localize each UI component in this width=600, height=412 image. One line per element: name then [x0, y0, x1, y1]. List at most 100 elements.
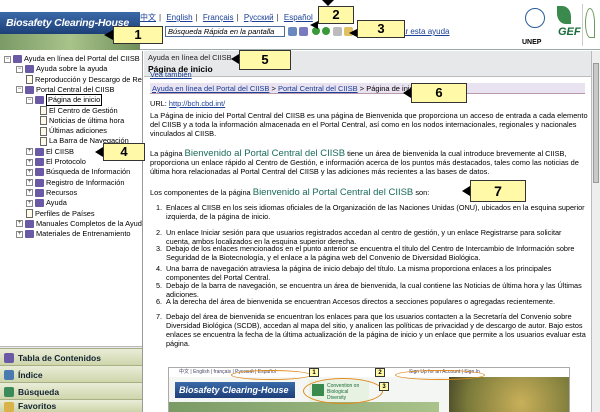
tree-item[interactable]: + Búsqueda de Información: [26, 167, 130, 177]
forward-icon[interactable]: [322, 27, 330, 35]
book-icon: [35, 158, 44, 166]
help-toolbar: Búsqueda Rápida en la pantalla: [140, 24, 355, 38]
language-link[interactable]: 中文: [140, 13, 156, 22]
tree-item-label: Materiales de Entrenamiento: [36, 229, 131, 239]
list-item: 4. Una barra de navegación atraviesa la p…: [156, 264, 552, 282]
window-icon[interactable]: [333, 26, 342, 36]
list-item: 1. Enlaces al CIISB en los seis idiomas o…: [156, 203, 585, 221]
tree-item-label: Perfiles de Países: [35, 208, 95, 218]
tree-item[interactable]: + Registro de Información: [26, 178, 124, 188]
preview-photo: [449, 377, 569, 412]
tree-item[interactable]: + El CIISB: [26, 147, 74, 157]
tree-item[interactable]: El Centro de Gestión: [40, 106, 118, 116]
expand-icon[interactable]: +: [26, 199, 33, 207]
see-also-link[interactable]: Vea también: [150, 70, 192, 79]
book-icon: [25, 85, 34, 94]
tree-item[interactable]: + El Protocolo: [26, 157, 86, 167]
expand-icon[interactable]: +: [16, 230, 23, 238]
tab-label: Búsqueda: [18, 387, 60, 397]
home-page-icon[interactable]: [344, 26, 353, 36]
tree-item[interactable]: − Ayuda sobre la ayuda: [16, 64, 107, 74]
tab-index[interactable]: Índice: [0, 365, 142, 383]
marker-7: 7: [470, 180, 526, 202]
tree-item[interactable]: + Manuales Completos de la Ayuda: [16, 219, 142, 229]
content-vertical-scrollbar[interactable]: [591, 51, 600, 412]
book-icon: [13, 55, 22, 63]
book-icon: [35, 96, 44, 105]
book-icon: [25, 219, 34, 228]
unep-logo-icon: [525, 8, 545, 28]
tree-item[interactable]: + Materiales de Entrenamiento: [16, 229, 131, 239]
expand-icon[interactable]: +: [16, 220, 23, 228]
book-icon: [35, 188, 44, 197]
tree-item-label: El Protocolo: [46, 157, 86, 166]
search-icon: [4, 387, 14, 397]
collapse-icon[interactable]: −: [26, 96, 33, 104]
preview-language-bar: 中文 | English | français | Русский | Espa…: [169, 368, 569, 377]
breadcrumb-link[interactable]: Portal Central del CIISB: [278, 84, 358, 93]
book-icon: [25, 65, 34, 74]
tab-favorites[interactable]: Favoritos: [0, 399, 142, 412]
language-link[interactable]: English: [166, 13, 192, 22]
search-icon[interactable]: [288, 26, 297, 36]
book-icon: [35, 147, 44, 156]
preview-marker-3: 3: [379, 382, 389, 391]
tree-item[interactable]: Perfiles de Países: [26, 209, 95, 219]
top-banner: Biosafety Clearing-House 中文 | English | Fr…: [0, 0, 600, 50]
tree-item-label: El Centro de Gestión: [49, 105, 118, 115]
tree-item[interactable]: + Ayuda: [26, 198, 67, 208]
tree-item[interactable]: − Página de inicio: [26, 94, 103, 107]
language-link[interactable]: Español: [284, 13, 313, 22]
index-icon: [4, 370, 14, 380]
page-icon: [40, 126, 47, 136]
help-content: Ayuda en línea del CIISB Página de inici…: [144, 51, 591, 412]
tab-contents[interactable]: Tabla de Contenidos: [0, 348, 142, 366]
quick-search-input[interactable]: Búsqueda Rápida en la pantalla: [165, 25, 285, 37]
binoculars-icon[interactable]: [299, 26, 308, 36]
book-icon: [4, 353, 14, 363]
back-icon[interactable]: [312, 27, 320, 35]
expand-icon[interactable]: +: [26, 179, 33, 187]
tree-item[interactable]: Últimas adiciones: [40, 126, 107, 136]
intro-paragraph: La Página de inicio del Portal Central d…: [150, 111, 588, 138]
tree-item[interactable]: − Ayuda en línea del Portal del CIISB: [4, 54, 140, 64]
tree-item-label: Ayuda sobre la ayuda: [36, 64, 108, 74]
url-link[interactable]: http://bch.cbd.int/: [169, 99, 225, 108]
expand-icon[interactable]: +: [26, 168, 33, 176]
tree-item-label: Noticias de última hora: [49, 115, 125, 125]
tab-search[interactable]: Búsqueda: [0, 382, 142, 400]
book-icon: [35, 199, 44, 208]
welcome-title: Bienvenido al Portal Central del CIISB: [252, 187, 414, 198]
breadcrumb-link[interactable]: Ayuda en línea del Portal del CIISB: [152, 84, 269, 93]
collapse-icon[interactable]: −: [16, 65, 23, 73]
welcome-paragraph: La página Bienvenido al Portal Central d…: [150, 148, 579, 176]
tree-item[interactable]: Reproducción y Descargo de Res: [26, 75, 142, 85]
tree-item-label: Reproducción y Descargo de Res: [35, 74, 142, 84]
collapse-icon[interactable]: −: [16, 86, 23, 94]
list-item: 7. Debajo del área de bienvenida se encue…: [156, 312, 586, 348]
tree-item[interactable]: + Recursos: [26, 188, 77, 198]
tab-label: Tabla de Contenidos: [18, 353, 101, 363]
highlight-oval: [303, 378, 383, 404]
tree-item-label: Búsqueda de Información: [46, 167, 131, 177]
collapse-icon[interactable]: −: [4, 55, 11, 63]
gef-label: GEF: [558, 26, 581, 38]
url-line: URL: http://bch.cbd.int/: [150, 99, 226, 108]
expand-icon[interactable]: +: [26, 148, 33, 156]
tree-item-label: El CIISB: [46, 146, 74, 156]
marker-5: 5: [239, 50, 291, 70]
scroll-thumb[interactable]: [593, 63, 599, 183]
preview-marker-1: 1: [309, 368, 319, 377]
marker-4: 4: [103, 143, 145, 161]
language-links: 中文 | English | Français | Русский | Español: [140, 13, 313, 22]
language-link[interactable]: Русский: [244, 13, 274, 22]
tree-item[interactable]: Noticias de última hora: [40, 116, 124, 126]
highlight-oval: [231, 370, 311, 380]
language-link[interactable]: Français: [203, 13, 234, 22]
expand-icon[interactable]: +: [26, 158, 33, 166]
list-item: 3. Debajo de los enlaces mencionados en e…: [156, 244, 575, 262]
expand-icon[interactable]: +: [26, 189, 33, 197]
page-icon: [40, 136, 47, 146]
page-icon: [26, 209, 33, 218]
tree-item-label: Últimas adiciones: [49, 126, 107, 136]
